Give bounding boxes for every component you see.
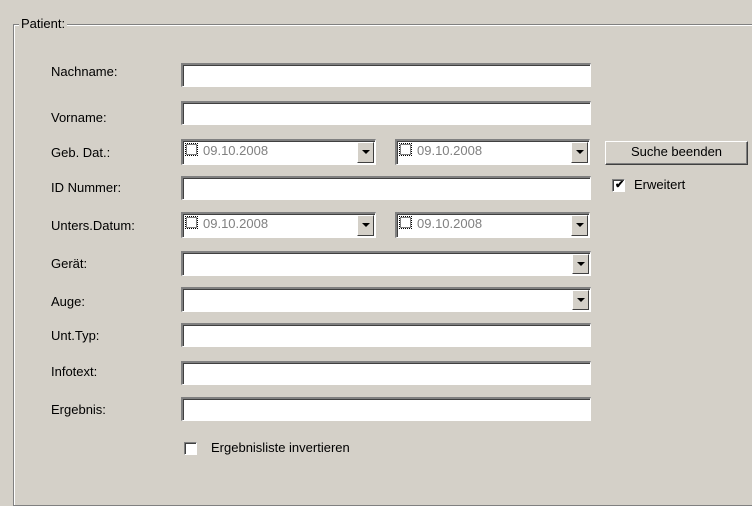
id-nummer-input[interactable] xyxy=(183,178,590,199)
id-nummer-label: ID Nummer: xyxy=(51,180,122,195)
unters-datum-to-picker[interactable]: 09.10.2008 xyxy=(395,212,590,238)
vorname-label: Vorname: xyxy=(51,110,107,125)
geb-dat-from-value: 09.10.2008 xyxy=(203,143,269,158)
vorname-field[interactable] xyxy=(181,101,591,125)
geb-dat-to-value: 09.10.2008 xyxy=(417,143,483,158)
geraet-dropdown[interactable] xyxy=(181,251,591,276)
erweitert-checkbox[interactable]: ✔ xyxy=(612,179,625,192)
geb-dat-to-picker[interactable]: 09.10.2008 xyxy=(395,139,590,165)
date-checkbox-icon[interactable] xyxy=(399,216,412,229)
group-title: Patient: xyxy=(19,16,68,32)
suche-beenden-button[interactable]: Suche beenden xyxy=(605,141,748,165)
nachname-label: Nachname: xyxy=(51,64,118,79)
chevron-down-icon[interactable] xyxy=(572,254,589,274)
erweitert-label[interactable]: Erweitert xyxy=(634,177,685,193)
chevron-down-icon[interactable] xyxy=(571,215,588,236)
chevron-down-icon[interactable] xyxy=(572,290,589,310)
unters-datum-label: Unters.Datum: xyxy=(51,218,135,233)
unters-datum-from-picker[interactable]: 09.10.2008 xyxy=(181,212,376,238)
geraet-label: Gerät: xyxy=(51,256,88,271)
unt-typ-label: Unt.Typ: xyxy=(51,328,100,343)
auge-label: Auge: xyxy=(51,294,85,309)
unters-datum-to-value: 09.10.2008 xyxy=(417,216,483,231)
vorname-input[interactable] xyxy=(183,103,590,124)
invertieren-checkbox[interactable] xyxy=(184,442,197,455)
geb-dat-label: Geb. Dat.: xyxy=(51,145,111,160)
ergebnis-input[interactable] xyxy=(183,399,590,420)
auge-dropdown[interactable] xyxy=(181,287,591,312)
infotext-input[interactable] xyxy=(183,363,590,384)
nachname-field[interactable] xyxy=(181,63,591,87)
geb-dat-from-picker[interactable]: 09.10.2008 xyxy=(181,139,376,165)
date-checkbox-icon[interactable] xyxy=(185,216,198,229)
infotext-field[interactable] xyxy=(181,361,591,385)
infotext-label: Infotext: xyxy=(51,364,98,379)
date-checkbox-icon[interactable] xyxy=(399,143,412,156)
unters-datum-from-value: 09.10.2008 xyxy=(203,216,269,231)
unt-typ-input[interactable] xyxy=(183,325,590,346)
nachname-input[interactable] xyxy=(183,65,590,86)
date-checkbox-icon[interactable] xyxy=(185,143,198,156)
checkmark-icon: ✔ xyxy=(615,179,625,191)
ergebnis-label: Ergebnis: xyxy=(51,402,106,417)
chevron-down-icon[interactable] xyxy=(357,215,374,236)
unt-typ-field[interactable] xyxy=(181,323,591,347)
invertieren-label[interactable]: Ergebnisliste invertieren xyxy=(211,440,350,456)
ergebnis-field[interactable] xyxy=(181,397,591,421)
id-nummer-field[interactable] xyxy=(181,176,591,200)
chevron-down-icon[interactable] xyxy=(571,142,588,163)
chevron-down-icon[interactable] xyxy=(357,142,374,163)
